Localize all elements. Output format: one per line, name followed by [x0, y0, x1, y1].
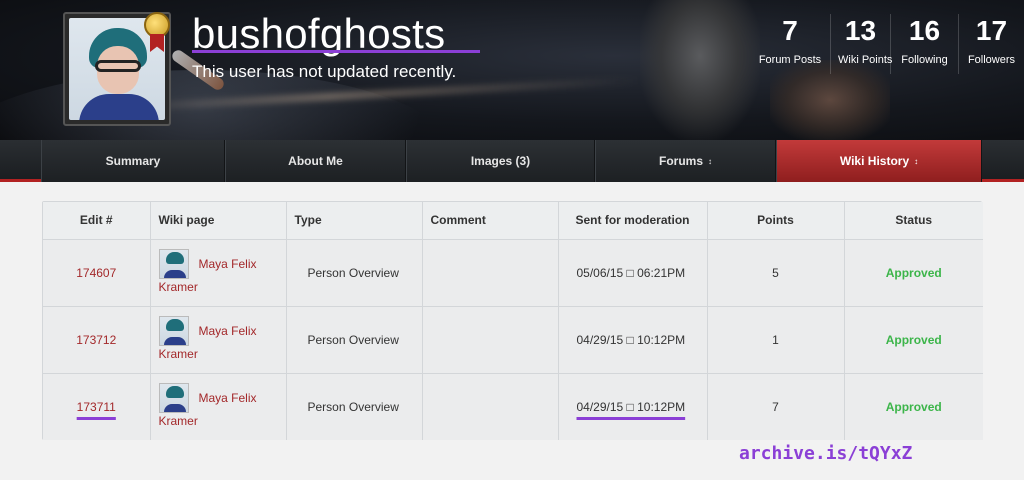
column-header: Comment	[422, 202, 559, 240]
wiki-history-table: Edit # Wiki page Type Comment Sent for m…	[42, 201, 983, 440]
column-header: Type	[286, 202, 423, 240]
stat-forum-posts[interactable]: 7 Forum Posts	[750, 14, 830, 74]
profile-stats: 7 Forum Posts 13 Wiki Points 16 Followin…	[750, 14, 1024, 74]
wiki-page-link[interactable]: Kramer	[159, 280, 198, 294]
archive-watermark: archive.is/tQYxZ	[739, 443, 913, 464]
column-header: Edit #	[43, 202, 151, 240]
column-header: Sent for moderation	[558, 202, 708, 240]
sent-cell: 04/29/15 □ 10:12PM	[558, 373, 708, 440]
tab-about-me[interactable]: About Me	[225, 140, 406, 182]
tab-images[interactable]: Images (3)	[406, 140, 595, 182]
wiki-page-link[interactable]: Kramer	[159, 414, 198, 428]
stat-label: Followers	[967, 54, 1016, 66]
sent-cell: 04/29/15 □ 10:12PM	[558, 306, 708, 374]
type-cell: Person Overview	[286, 239, 423, 307]
wiki-page-cell: Maya Felix Kramer	[150, 306, 287, 374]
type-cell: Person Overview	[286, 373, 423, 440]
sent-date-text: 04/29/15 □ 10:12PM	[576, 399, 686, 414]
column-header: Wiki page	[150, 202, 287, 240]
wiki-page-thumbnail[interactable]	[158, 383, 189, 414]
comment-cell	[422, 306, 559, 374]
stat-label: Wiki Points	[838, 54, 893, 66]
stat-value: 13	[844, 15, 877, 46]
stat-followers[interactable]: 17 Followers	[958, 14, 1024, 74]
stat-following[interactable]: 16 Following	[890, 14, 958, 74]
wiki-page-thumbnail[interactable]	[158, 316, 189, 346]
chevron-down-icon: ↕	[708, 156, 712, 166]
edit-link[interactable]: 173711	[77, 400, 116, 414]
comment-cell	[422, 239, 559, 307]
points-cell: 5	[707, 239, 845, 307]
table-row: 173711 Maya Felix Kramer Person Overview…	[43, 373, 983, 440]
edit-cell: 173712	[43, 306, 151, 374]
stat-label: Following	[901, 54, 948, 66]
wiki-page-link[interactable]: Maya Felix	[199, 390, 257, 407]
tab-label: Wiki History	[839, 154, 910, 168]
table-row: 174607 Maya Felix Kramer Person Overview…	[43, 239, 983, 307]
wiki-page-link[interactable]: Maya Felix	[199, 323, 257, 340]
stat-label: Forum Posts	[758, 54, 822, 66]
edit-link[interactable]: 173712	[76, 333, 116, 347]
wiki-page-cell: Maya Felix Kramer	[150, 239, 287, 307]
sent-cell: 05/06/15 □ 06:21PM	[558, 239, 708, 307]
table-header-row: Edit # Wiki page Type Comment Sent for m…	[43, 202, 983, 240]
stat-value: 7	[782, 15, 798, 46]
tab-label: Images (3)	[470, 154, 531, 168]
tab-forums[interactable]: Forums ↕	[595, 140, 776, 182]
profile-nav: Summary About Me Images (3) Forums ↕ Wik…	[0, 140, 1024, 182]
background-astronaut	[640, 0, 760, 140]
status-badge: Approved	[844, 373, 983, 440]
wiki-page-link[interactable]: Maya Felix	[199, 256, 257, 273]
column-header: Points	[707, 202, 845, 240]
points-cell: 7	[707, 373, 845, 440]
stat-wiki-points[interactable]: 13 Wiki Points	[830, 14, 893, 74]
stat-value: 16	[908, 15, 941, 46]
tab-summary[interactable]: Summary	[41, 140, 225, 182]
wiki-page-link[interactable]: Kramer	[159, 347, 198, 361]
status-badge: Approved	[844, 239, 983, 307]
chevron-down-icon: ↕	[914, 156, 919, 166]
profile-header: bushofghosts This user has not updated r…	[0, 0, 1024, 140]
edit-link[interactable]: 174607	[76, 266, 116, 280]
type-cell: Person Overview	[286, 306, 423, 374]
stat-value: 17	[975, 15, 1008, 46]
wiki-page-thumbnail[interactable]	[158, 249, 189, 279]
tab-label: Summary	[105, 154, 161, 168]
tab-label: Forums	[658, 154, 703, 168]
comment-cell	[422, 373, 559, 440]
username-annotation-underline	[192, 50, 480, 53]
wiki-page-cell: Maya Felix Kramer	[150, 373, 287, 440]
edit-cell: 173711	[43, 373, 151, 440]
column-header: Status	[844, 202, 983, 240]
table-row: 173712 Maya Felix Kramer Person Overview…	[43, 306, 983, 374]
edit-cell: 174607	[43, 239, 151, 307]
tab-wiki-history[interactable]: Wiki History ↕	[776, 140, 982, 182]
points-cell: 1	[707, 306, 845, 374]
user-status-text: This user has not updated recently.	[192, 62, 457, 81]
status-badge: Approved	[844, 306, 983, 374]
tab-label: About Me	[288, 154, 343, 168]
